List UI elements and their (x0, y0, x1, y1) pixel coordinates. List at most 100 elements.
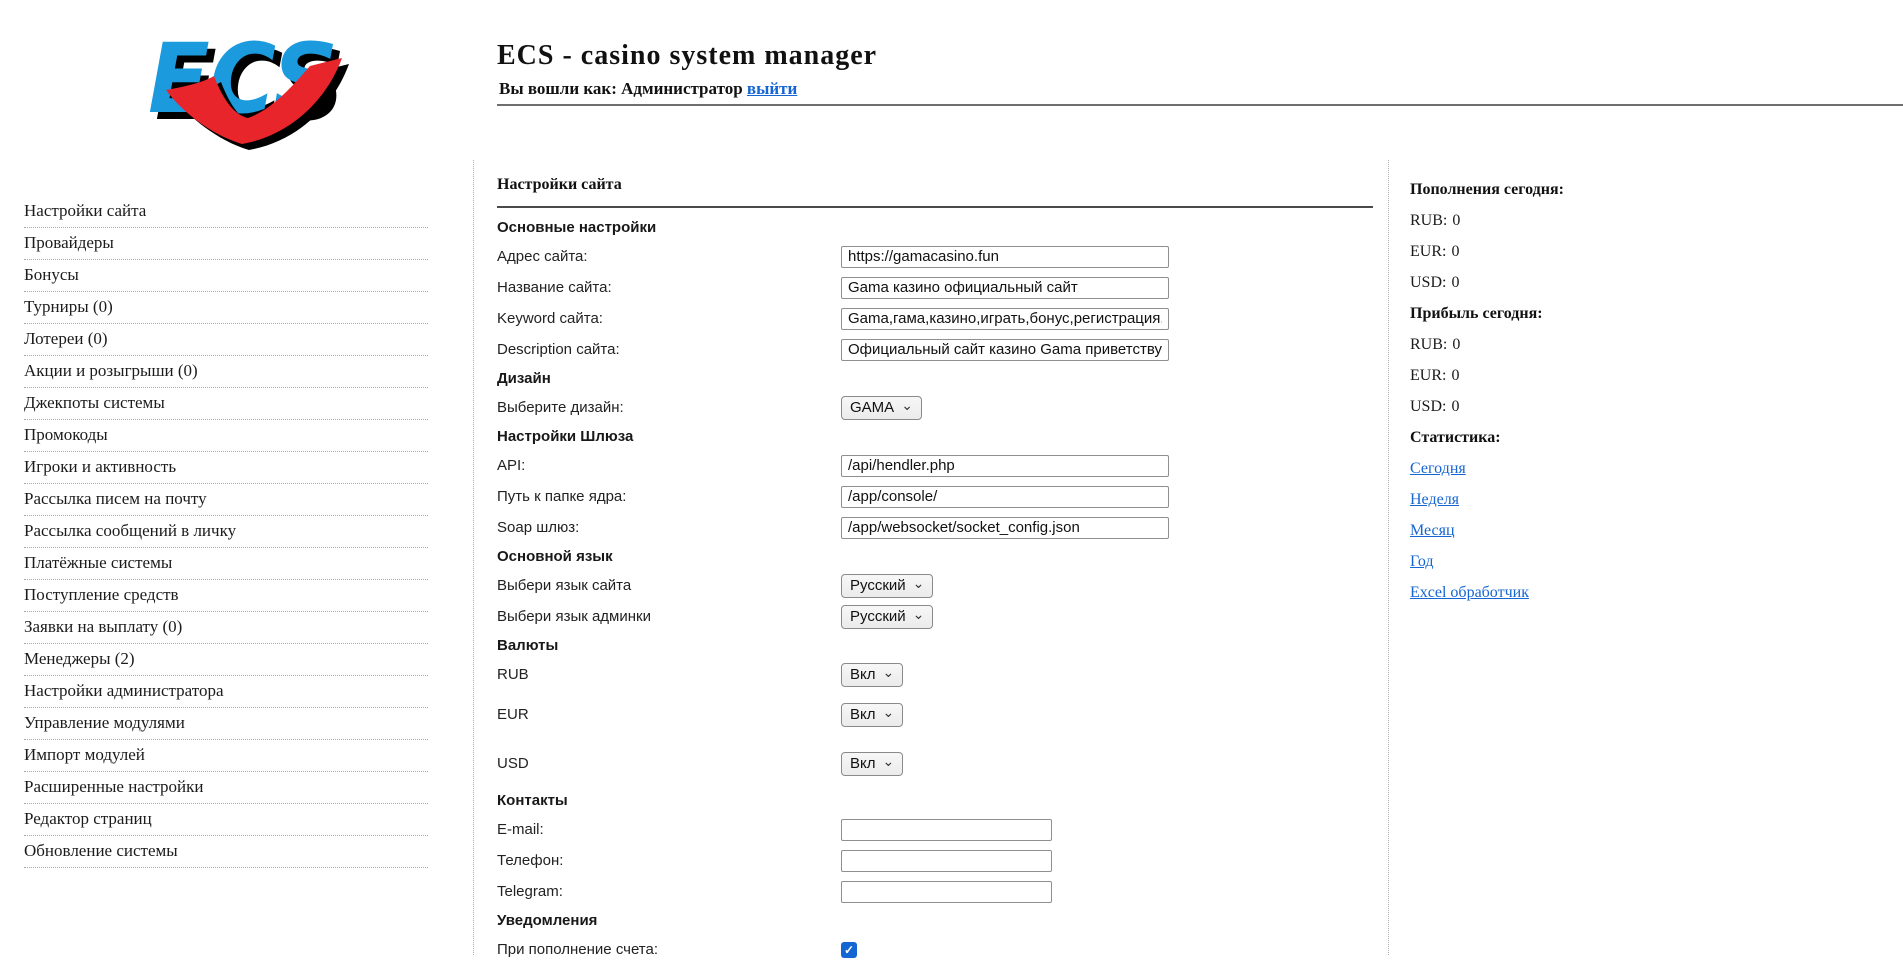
text-input[interactable] (841, 881, 1052, 903)
app-title: ECS - casino system manager (497, 40, 877, 72)
field-label: EUR (497, 706, 841, 723)
notification-checkbox[interactable]: ✓ (841, 942, 857, 958)
sidebar-item[interactable]: Провайдеры (24, 228, 428, 260)
dropdown-select[interactable]: Вкл⌄ (841, 752, 903, 776)
text-input[interactable] (841, 308, 1169, 330)
form-row: При пополнение счета:✓ (497, 934, 1373, 965)
stats-link[interactable]: Сегодня (1410, 460, 1466, 478)
form-row: Soap шлюз: (497, 512, 1373, 543)
chevron-down-icon: ⌄ (913, 609, 925, 619)
text-input[interactable] (841, 850, 1052, 872)
text-input[interactable] (841, 517, 1169, 539)
logout-link[interactable]: выйти (747, 79, 797, 98)
field-label: API: (497, 457, 841, 474)
select-value: Русский (850, 606, 906, 628)
form-row: Название сайта: (497, 272, 1373, 303)
dropdown-select[interactable]: Русский ⌄ (841, 605, 933, 629)
text-input[interactable] (841, 819, 1052, 841)
dropdown-select[interactable]: Вкл⌄ (841, 663, 903, 687)
field-label: Telegram: (497, 883, 841, 900)
sidebar-item[interactable]: Расширенные настройки (24, 772, 428, 804)
text-input[interactable] (841, 339, 1169, 361)
ecs-logo: ECS ECS (138, 12, 352, 152)
field-label: Description сайта: (497, 341, 841, 358)
settings-form: Основные настройкиАдрес сайта:Название с… (497, 214, 1373, 965)
stat-link-row: Excel обработчик (1410, 577, 1740, 608)
form-row: RUBВкл⌄ (497, 659, 1373, 690)
stat-currency-value: 0 (1452, 212, 1460, 230)
sidebar-item[interactable]: Обновление системы (24, 836, 428, 868)
stats-link[interactable]: Месяц (1410, 522, 1455, 540)
chevron-down-icon: ⌄ (883, 667, 895, 677)
text-input[interactable] (841, 277, 1169, 299)
field-label: Выбери язык сайта (497, 577, 841, 594)
stat-currency-value: 0 (1451, 274, 1459, 292)
form-section-heading: Основной язык (497, 543, 1373, 570)
form-row: USDВкл⌄ (497, 748, 1373, 779)
sidebar-item[interactable]: Платёжные системы (24, 548, 428, 580)
stats-link[interactable]: Неделя (1410, 491, 1459, 509)
stat-value-row: USD: 0 (1410, 267, 1740, 298)
deposits-title: Пополнения сегодня: (1410, 174, 1740, 205)
stat-value-row: USD:0 (1410, 391, 1740, 422)
form-section-heading: Дизайн (497, 365, 1373, 392)
sidebar-item[interactable]: Заявки на выплату (0) (24, 612, 428, 644)
stat-currency-value: 0 (1451, 243, 1459, 261)
form-row: Выбери язык сайтаРусский⌄ (497, 570, 1373, 601)
chevron-down-icon: ⌄ (883, 707, 895, 717)
settings-panel: Настройки сайта Основные настройкиАдрес … (497, 176, 1373, 965)
statistics-links: Сегодня Неделя Месяц Год Excel обработчик (1410, 453, 1740, 608)
text-input[interactable] (841, 246, 1169, 268)
chevron-down-icon: ⌄ (913, 578, 925, 588)
sidebar-item[interactable]: Рассылка сообщений в личку (24, 516, 428, 548)
stat-currency-label: USD: (1410, 274, 1446, 292)
sidebar-item[interactable]: Турниры (0) (24, 292, 428, 324)
header-divider (497, 104, 1903, 106)
sidebar-item[interactable]: Джекпоты системы (24, 388, 428, 420)
sidebar-item[interactable]: Менеджеры (2) (24, 644, 428, 676)
sidebar-item[interactable]: Бонусы (24, 260, 428, 292)
chevron-down-icon: ⌄ (883, 756, 895, 766)
stats-link[interactable]: Год (1410, 553, 1434, 571)
sidebar-item[interactable]: Промокоды (24, 420, 428, 452)
text-input[interactable] (841, 486, 1169, 508)
text-input[interactable] (841, 455, 1169, 477)
form-row: Keyword сайта: (497, 303, 1373, 334)
dropdown-select[interactable]: Вкл⌄ (841, 703, 903, 727)
form-row: Адрес сайта: (497, 241, 1373, 272)
field-label: USD (497, 755, 841, 772)
dropdown-select[interactable]: Русский⌄ (841, 574, 933, 598)
login-prefix: Вы вошли как: (499, 79, 617, 98)
stat-link-row: Год (1410, 546, 1740, 577)
form-section-heading: Основные настройки (497, 214, 1373, 241)
profit-list: RUB:0EUR:0USD:0 (1410, 329, 1740, 422)
sidebar-item[interactable]: Настройки сайта (24, 196, 428, 228)
field-label: При пополнение счета: (497, 941, 841, 958)
form-row: E-mail: (497, 814, 1373, 845)
form-row: API: (497, 450, 1373, 481)
select-value: GAMA (850, 397, 894, 419)
form-row: Telegram: (497, 876, 1373, 907)
field-label: E-mail: (497, 821, 841, 838)
field-label: RUB (497, 666, 841, 683)
sidebar-item[interactable]: Акции и розыгрыши (0) (24, 356, 428, 388)
stat-link-row: Неделя (1410, 484, 1740, 515)
sidebar-item[interactable]: Рассылка писем на почту (24, 484, 428, 516)
form-row: Выберите дизайн:GAMA⌄ (497, 392, 1373, 423)
sidebar-item[interactable]: Поступление средств (24, 580, 428, 612)
sidebar-item[interactable]: Лотереи (0) (24, 324, 428, 356)
sidebar-item[interactable]: Настройки администратора (24, 676, 428, 708)
sidebar-item[interactable]: Импорт модулей (24, 740, 428, 772)
stat-link-row: Сегодня (1410, 453, 1740, 484)
stat-value-row: RUB:0 (1410, 329, 1740, 360)
form-section-heading: Валюты (497, 632, 1373, 659)
sidebar-item[interactable]: Редактор страниц (24, 804, 428, 836)
stats-link[interactable]: Excel обработчик (1410, 584, 1529, 602)
sidebar-item[interactable]: Управление модулями (24, 708, 428, 740)
field-label: Keyword сайта: (497, 310, 841, 327)
login-user: Администратор (621, 79, 743, 98)
stat-value-row: RUB:0 (1410, 205, 1740, 236)
sidebar-item[interactable]: Игроки и активность (24, 452, 428, 484)
dropdown-select[interactable]: GAMA⌄ (841, 396, 922, 420)
stat-currency-label: EUR: (1410, 367, 1446, 385)
